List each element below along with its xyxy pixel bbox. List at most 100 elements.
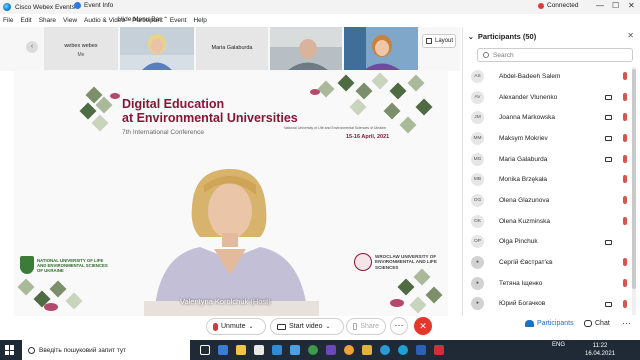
store-icon[interactable]: [254, 345, 264, 355]
maximize-button[interactable]: ☐: [612, 1, 619, 10]
participant-name: Monika Brzękała: [499, 176, 548, 184]
wroclaw-logo: WROCLAW UNIVERSITY OF ENVIRONMENTAL AND …: [354, 253, 447, 271]
taskbar-clock[interactable]: 11:22 16.04.2021: [585, 342, 615, 358]
share-button[interactable]: Share: [346, 318, 386, 335]
participant-row[interactable]: OP Olga Pinchuk: [471, 232, 631, 253]
word-icon[interactable]: [416, 345, 426, 355]
decor-diamond: [91, 114, 109, 132]
chevron-down-icon: ⌄: [325, 324, 331, 330]
file-explorer-icon[interactable]: [236, 345, 246, 355]
participant-row[interactable]: AV Alexander Vlunenko: [471, 87, 631, 108]
participant-row[interactable]: AS Abdel-Badeeh Salem: [471, 66, 631, 87]
participants-toggle-button[interactable]: Participants: [525, 320, 574, 327]
avatar: OK: [471, 214, 484, 228]
chat-toggle-button[interactable]: Chat: [584, 320, 610, 327]
more-options-button[interactable]: ⋯: [390, 317, 408, 335]
menu-file[interactable]: File: [3, 17, 13, 24]
decor-diamond: [407, 74, 425, 92]
telegram-icon[interactable]: [380, 345, 390, 355]
layout-button[interactable]: Layout: [422, 34, 456, 48]
task-view-icon[interactable]: [200, 345, 210, 355]
viber-icon[interactable]: [326, 345, 336, 355]
decor-diamond: [355, 82, 373, 100]
menu-edit[interactable]: Edit: [20, 17, 31, 24]
language-indicator[interactable]: ENG: [552, 342, 565, 348]
avatar: MM: [471, 131, 484, 145]
pdf-reader-icon[interactable]: [434, 345, 444, 355]
menu-bar: File Edit Share View Audio & Video Parti…: [0, 14, 460, 26]
presenter-role: (Host): [250, 297, 271, 306]
decor-diamond: [49, 280, 67, 298]
leave-meeting-button[interactable]: ✕: [414, 317, 432, 335]
participant-row[interactable]: MB Monika Brzękała: [471, 169, 631, 190]
connection-status[interactable]: Connected: [538, 2, 578, 9]
participant-video-feed: [120, 27, 194, 70]
participant-search-input[interactable]: Search: [477, 48, 633, 62]
event-info-button[interactable]: Event Info: [74, 2, 113, 9]
nules-emblem-icon: [20, 256, 34, 274]
avatar: MB: [471, 173, 484, 187]
video-tile-self[interactable]: webex webex Me: [44, 27, 118, 70]
participant-name: Тетяна Іщенко: [499, 279, 543, 287]
scrollbar-thumb[interactable]: [632, 69, 636, 289]
participant-name: Olena Glazunova: [499, 196, 550, 204]
webex-taskbar-icon[interactable]: [398, 345, 408, 355]
participant-row[interactable]: JM Joanna Markowska: [471, 107, 631, 128]
decor-diamond: [17, 278, 35, 296]
video-on-icon: [605, 156, 612, 162]
participant-row[interactable]: MG Maria Galaburda: [471, 149, 631, 170]
participant-row[interactable]: MM Maksym Mokriev: [471, 128, 631, 149]
minimize-button[interactable]: —: [596, 1, 604, 10]
participant-row[interactable]: ● Сергій Євстрат'єв: [471, 252, 631, 273]
mail-icon[interactable]: [272, 345, 282, 355]
avatar: AV: [471, 90, 484, 104]
panel-more-button[interactable]: ⋯: [622, 318, 631, 329]
participants-panel: ⌄ Participants (50) ✕ Search AS Abdel-Ba…: [462, 27, 640, 316]
hide-menu-bar-button[interactable]: Hide Menu Bar ⌃: [118, 16, 168, 23]
microphone-muted-icon: [623, 154, 627, 163]
chat-label: Chat: [595, 320, 610, 327]
menu-help[interactable]: Help: [193, 17, 206, 24]
decor-diamond: [389, 82, 407, 100]
menu-view[interactable]: View: [63, 17, 77, 24]
decor-diamond: [397, 278, 415, 296]
folder-icon[interactable]: [362, 345, 372, 355]
video-strip: ‹ webex webex Me Maria Galaburda Layout: [0, 27, 460, 71]
unmute-button[interactable]: Unmute ⌄: [206, 318, 266, 335]
microphone-muted-icon: [623, 113, 627, 122]
webex-window: Cisco Webex Events Event Info Connected …: [0, 0, 640, 360]
video-tile-participant[interactable]: [120, 27, 194, 70]
participant-row[interactable]: ● Тетяна Іщенко: [471, 273, 631, 294]
participant-row[interactable]: ● Юрий Богачков: [471, 294, 631, 315]
decor-leaf: [44, 303, 58, 311]
close-panel-button[interactable]: ✕: [627, 31, 634, 40]
chrome-browser-icon[interactable]: [308, 345, 318, 355]
windows-start-icon[interactable]: [5, 345, 15, 355]
presenter-video: [144, 169, 319, 316]
photos-icon[interactable]: [290, 345, 300, 355]
participant-name: Сергій Євстрат'єв: [499, 259, 553, 267]
wroclaw-logo-text: WROCLAW UNIVERSITY OF ENVIRONMENTAL AND …: [375, 253, 437, 270]
conference-date: 15-16 April, 2021: [346, 134, 390, 140]
edge-browser-icon[interactable]: [218, 345, 228, 355]
decor-diamond: [317, 80, 335, 98]
microphone-muted-icon: [623, 299, 627, 308]
decor-leaf: [110, 93, 120, 99]
participant-row[interactable]: OK Olena Kuzminska: [471, 211, 631, 232]
chevron-down-icon: ⌄: [248, 324, 254, 330]
close-window-button[interactable]: ✕: [628, 1, 635, 10]
participant-list-scrollbar[interactable]: [632, 67, 636, 315]
video-tile-participant[interactable]: [270, 27, 342, 70]
firefox-browser-icon[interactable]: [344, 345, 354, 355]
video-tile-participant[interactable]: [344, 27, 418, 70]
video-tile-maria-galaburda[interactable]: Maria Galaburda: [196, 27, 268, 70]
strip-prev-button[interactable]: ‹: [26, 41, 38, 53]
participant-name: Joanna Markowska: [499, 114, 555, 122]
microphone-muted-icon: [623, 216, 627, 225]
participant-row[interactable]: OG Olena Glazunova: [471, 190, 631, 211]
menu-share[interactable]: Share: [39, 17, 56, 24]
menu-event[interactable]: Event: [170, 17, 187, 24]
taskbar-search-input[interactable]: Введіть пошуковий запит тут: [22, 340, 190, 360]
start-video-button[interactable]: Start video ⌄: [270, 318, 344, 335]
participants-header[interactable]: ⌄ Participants (50): [468, 32, 536, 41]
